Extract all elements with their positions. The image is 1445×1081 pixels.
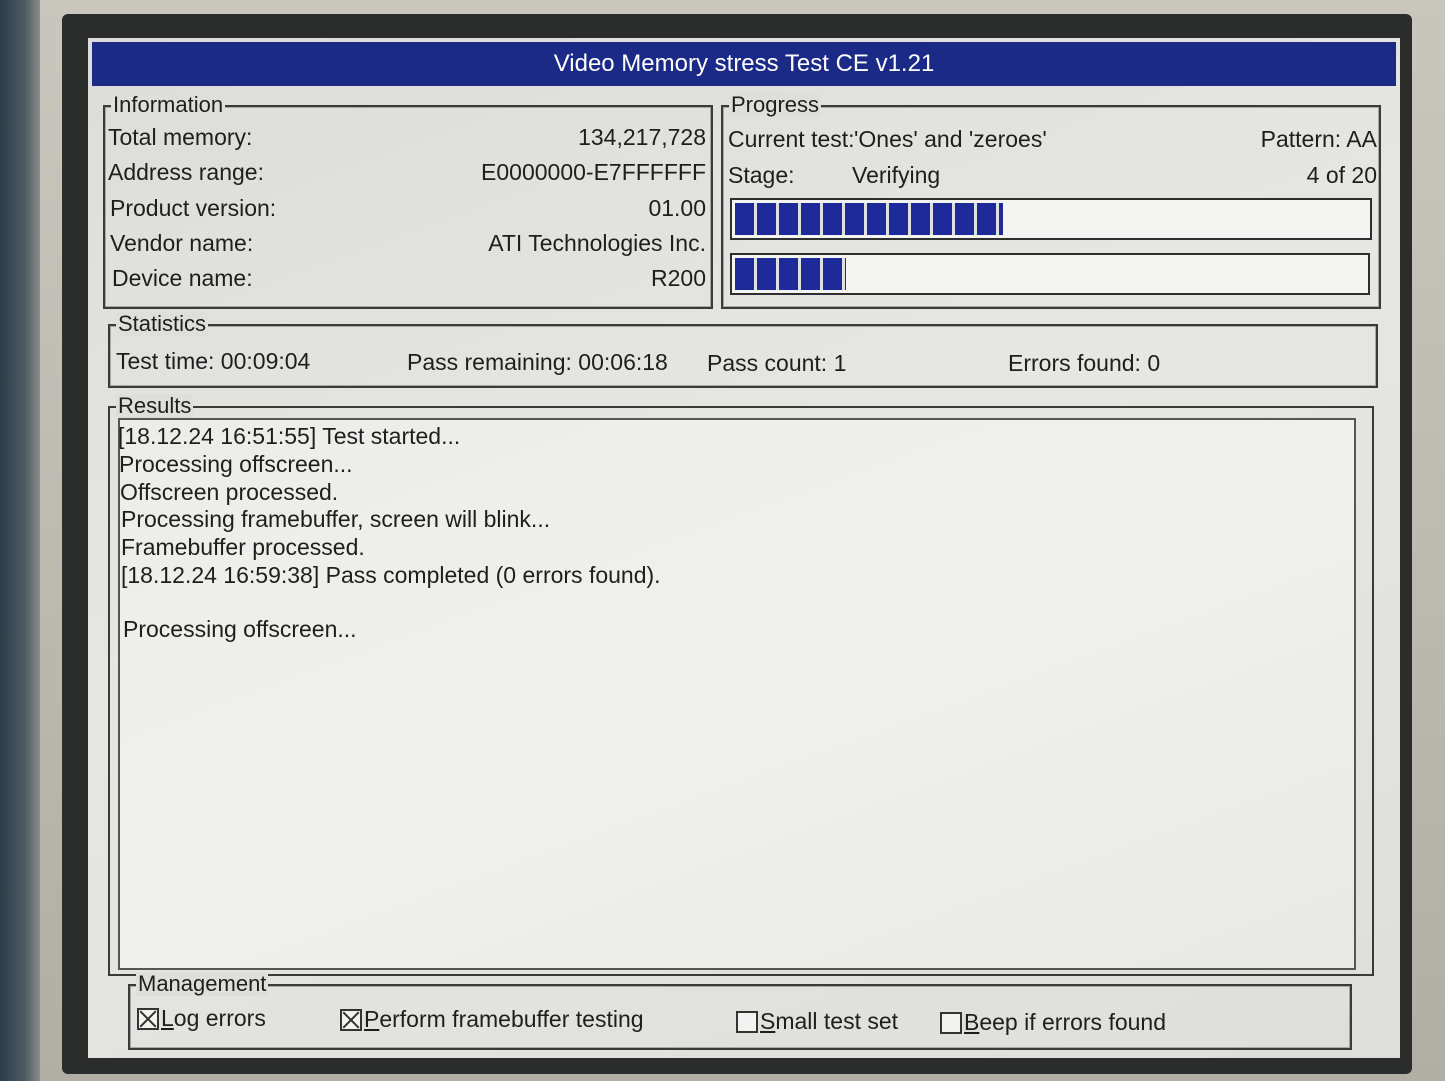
stage-value: Verifying [852, 162, 941, 188]
current-test-value: 'Ones' and 'zeroes' [854, 126, 1047, 152]
log-line: Processing offscreen... [119, 451, 353, 477]
errors-found: Errors found: 0 [1008, 350, 1161, 376]
current-test-label: Current test: [728, 126, 855, 152]
checkbox-icon[interactable] [736, 1010, 758, 1033]
checkbox-icon[interactable] [137, 1007, 159, 1030]
log-line: Processing framebuffer, screen will blin… [121, 506, 551, 532]
pattern-text: Pattern: AA [1260, 126, 1377, 152]
checkbox-label: eep if errors found [979, 1009, 1167, 1035]
checkbox-mnemonic: B [964, 1009, 980, 1035]
info-label: Product version: [110, 195, 277, 221]
info-row-product-version: Product version: 01.00 [110, 195, 706, 222]
checkbox-mnemonic: S [760, 1008, 776, 1034]
window-title: Video Memory stress Test CE v1.21 [92, 42, 1396, 86]
pass-remaining: Pass remaining: 00:06:18 [407, 349, 668, 375]
log-line: Framebuffer processed. [121, 534, 365, 560]
stage-progress-fill [735, 203, 1003, 235]
info-value: ATI Technologies Inc. [488, 230, 706, 256]
info-row-device-name: Device name: R200 [112, 265, 706, 292]
log-line: Processing offscreen... [123, 616, 357, 642]
beep-errors-checkbox[interactable]: Beep if errors found [940, 1009, 1166, 1036]
checkbox-icon[interactable] [340, 1008, 362, 1031]
info-value: R200 [651, 265, 706, 291]
total-progress-bar [730, 253, 1370, 295]
info-row-address-range: Address range: E0000000-E7FFFFFF [108, 159, 706, 186]
log-line: Offscreen processed. [120, 479, 339, 505]
statistics-label: Statistics [116, 311, 209, 336]
info-row-total-memory: Total memory: 134,217,728 [108, 124, 706, 151]
checkbox-label: og errors [173, 1005, 266, 1031]
info-row-vendor-name: Vendor name: ATI Technologies Inc. [110, 230, 706, 257]
info-value: 01.00 [648, 195, 706, 221]
stage-label: Stage: [728, 162, 795, 188]
management-label: Management [136, 971, 269, 996]
checkbox-mnemonic: L [161, 1005, 174, 1031]
background-wall [0, 0, 40, 1081]
checkbox-label: mall test set [775, 1008, 899, 1034]
checkbox-icon[interactable] [940, 1011, 962, 1034]
test-time: Test time: 00:09:04 [116, 348, 311, 374]
pass-count: Pass count: 1 [707, 350, 847, 376]
total-progress-fill [735, 258, 847, 290]
info-label: Device name: [112, 265, 253, 291]
stage-progress-bar [730, 198, 1372, 240]
checkbox-mnemonic: P [364, 1006, 380, 1032]
information-label: Information [111, 92, 226, 117]
info-label: Total memory: [108, 124, 253, 150]
log-errors-checkbox[interactable]: Log errors [137, 1005, 266, 1032]
framebuffer-testing-checkbox[interactable]: Perform framebuffer testing [340, 1006, 644, 1033]
checkbox-label: erform framebuffer testing [379, 1006, 644, 1032]
step-counter: 4 of 20 [1306, 162, 1377, 188]
info-value: 134,217,728 [578, 124, 706, 150]
log-line: [18.12.24 16:59:38] Pass completed (0 er… [121, 562, 661, 588]
small-test-set-checkbox[interactable]: Small test set [736, 1008, 898, 1035]
info-label: Address range: [108, 159, 264, 185]
log-line: [18.12.24 16:51:55] Test started... [118, 423, 461, 449]
results-label: Results [116, 393, 194, 418]
info-value: E0000000-E7FFFFFF [481, 159, 706, 185]
progress-label: Progress [729, 92, 822, 117]
info-label: Vendor name: [110, 230, 254, 256]
